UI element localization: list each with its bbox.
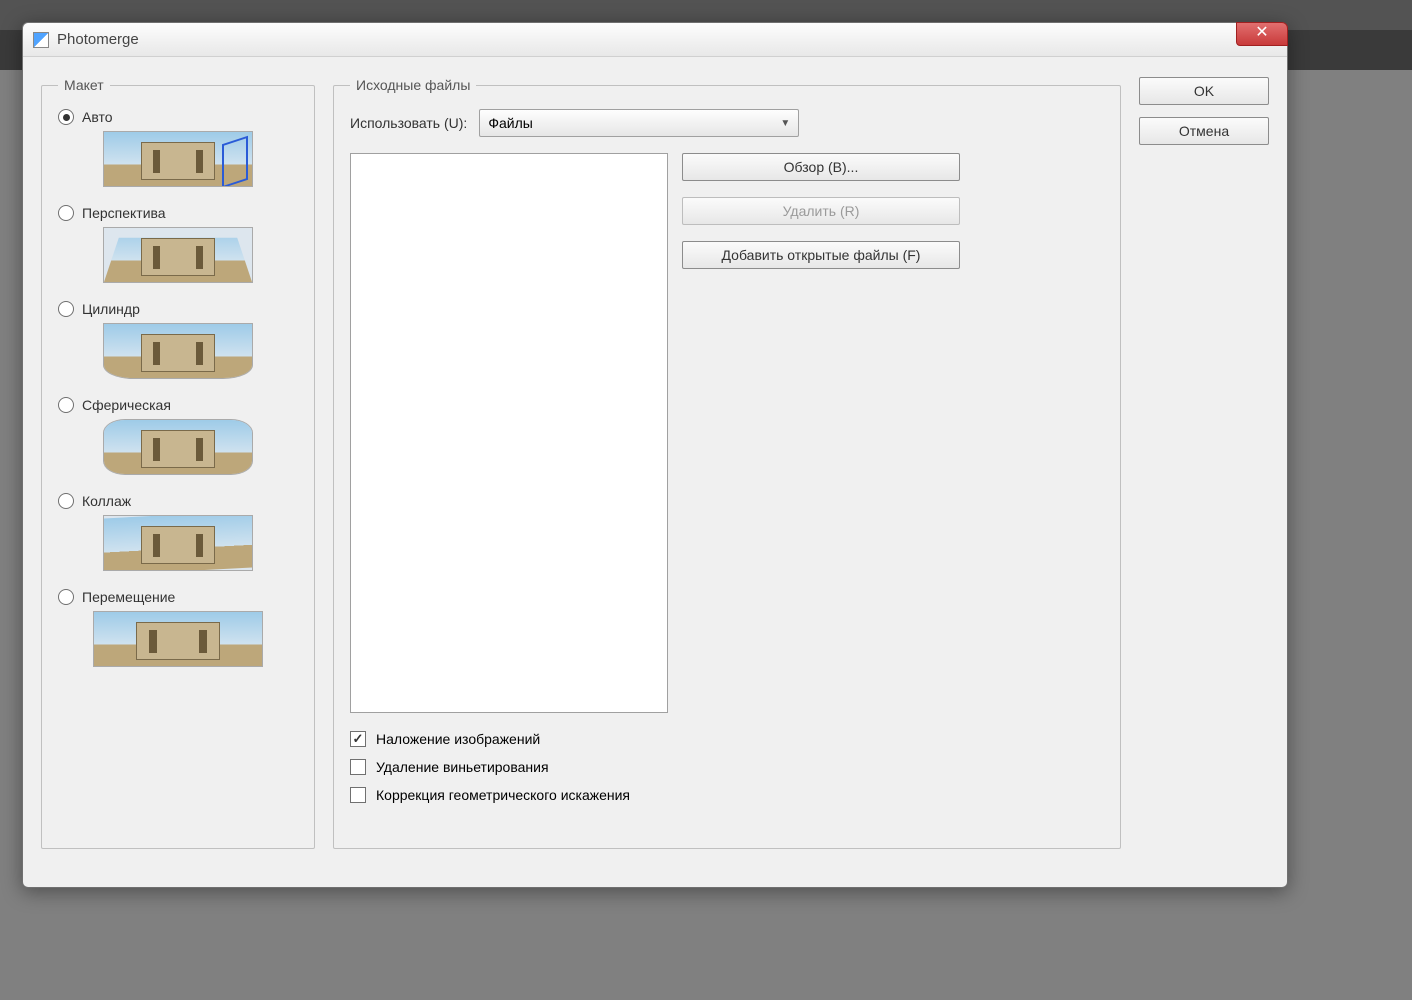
thumb-reposition (93, 611, 263, 667)
source-legend: Исходные файлы (350, 77, 476, 93)
chevron-down-icon: ▼ (780, 118, 790, 129)
thumb-spherical (103, 419, 253, 475)
thumb-perspective (103, 227, 253, 283)
radio-collage[interactable]: Коллаж (58, 493, 298, 509)
use-label: Использовать (U): (350, 115, 467, 131)
window-title: Photomerge (57, 31, 139, 48)
check-blend[interactable]: Наложение изображений (350, 731, 1104, 747)
radio-cylinder[interactable]: Цилиндр (58, 301, 298, 317)
radio-icon (58, 205, 74, 221)
source-group: Исходные файлы Использовать (U): Файлы ▼… (333, 77, 1121, 849)
radio-reposition[interactable]: Перемещение (58, 589, 298, 605)
file-list[interactable] (350, 153, 668, 713)
browse-button[interactable]: Обзор (B)... (682, 153, 960, 181)
radio-auto[interactable]: Авто (58, 109, 298, 125)
close-button[interactable]: ✕ (1236, 22, 1288, 46)
checkbox-icon (350, 787, 366, 803)
thumb-cylinder (103, 323, 253, 379)
photomerge-dialog: Photomerge ✕ Макет Авто Перспектива Цили… (22, 22, 1288, 888)
layout-legend: Макет (58, 77, 110, 93)
checkbox-icon (350, 731, 366, 747)
remove-button[interactable]: Удалить (R) (682, 197, 960, 225)
radio-perspective[interactable]: Перспектива (58, 205, 298, 221)
app-icon (33, 32, 49, 48)
add-open-files-button[interactable]: Добавить открытые файлы (F) (682, 241, 960, 269)
radio-icon (58, 397, 74, 413)
radio-icon (58, 493, 74, 509)
use-dropdown[interactable]: Файлы ▼ (479, 109, 799, 137)
check-geo-correction[interactable]: Коррекция геометрического искажения (350, 787, 1104, 803)
radio-icon (58, 109, 74, 125)
cancel-button[interactable]: Отмена (1139, 117, 1269, 145)
thumb-collage (103, 515, 253, 571)
ok-button[interactable]: OK (1139, 77, 1269, 105)
checkbox-icon (350, 759, 366, 775)
use-value: Файлы (488, 115, 532, 131)
radio-spherical[interactable]: Сферическая (58, 397, 298, 413)
check-vignette[interactable]: Удаление виньетирования (350, 759, 1104, 775)
layout-group: Макет Авто Перспектива Цилиндр Сферическ… (41, 77, 315, 849)
titlebar[interactable]: Photomerge ✕ (23, 23, 1287, 57)
radio-icon (58, 589, 74, 605)
thumb-auto (103, 131, 253, 187)
radio-icon (58, 301, 74, 317)
